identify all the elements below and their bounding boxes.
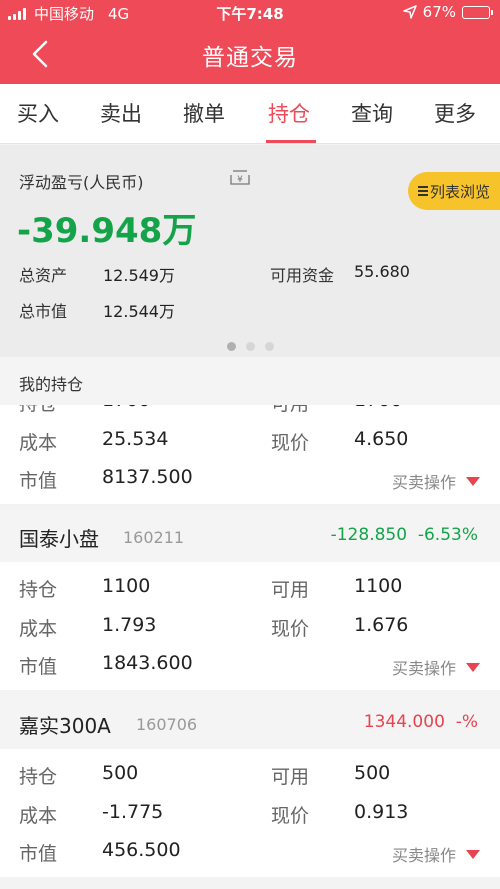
- trade-action-button[interactable]: 买卖操作: [392, 842, 480, 866]
- active-tab-indicator: [266, 140, 316, 143]
- price-value: 0.913: [354, 801, 409, 823]
- holding-card: 持仓 1100 可用 1100 成本 1.793 现价 1.676 市值 184…: [0, 562, 500, 690]
- trade-action-label: 买卖操作: [391, 846, 456, 865]
- location-icon: [402, 5, 417, 19]
- cost-value: -1.775: [102, 801, 164, 823]
- triangle-down-icon: [466, 476, 480, 486]
- fund-name: 嘉实300A: [19, 714, 111, 738]
- battery-icon: [462, 5, 493, 19]
- pnl-info: -128.850 -6.53%: [331, 525, 478, 545]
- available-funds-value: 55.680: [354, 262, 410, 281]
- position-value: 1700: [102, 405, 150, 411]
- holding-card: 持仓 500 可用 500 成本 -1.775 现价 0.913 市值 456.…: [0, 749, 500, 877]
- market-value-label: 市值: [19, 843, 58, 865]
- position-label: 持仓: [19, 405, 57, 416]
- pnl-value: 1344.000: [363, 712, 445, 732]
- price-value: 1.676: [354, 614, 409, 636]
- pnl-percent: -%: [455, 712, 478, 732]
- status-bar: 中国移动 4G 下午7:48 67%: [0, 0, 500, 24]
- svg-text:¥: ¥: [237, 175, 243, 185]
- position-value: 500: [102, 762, 139, 784]
- tab-query[interactable]: 查询: [351, 98, 393, 128]
- my-holdings-title: 我的持仓: [0, 357, 500, 405]
- fund-name: 国泰小盘: [19, 527, 99, 551]
- price-label: 现价: [271, 432, 310, 454]
- price-value: 4.650: [354, 428, 409, 450]
- tab-bar: 买入 卖出 撤单 持仓 查询 更多: [0, 84, 500, 144]
- holding-header[interactable]: 国泰小盘 160211 -128.850 -6.53%: [0, 510, 500, 562]
- market-value-label: 市值: [19, 470, 58, 492]
- total-market-value-label: 总市值: [19, 302, 68, 321]
- holding-card: 持仓 1700 可用 1700 成本 25.534 现价 4.650 市值 81…: [0, 405, 500, 504]
- available-value: 500: [354, 762, 391, 784]
- list-icon: [418, 186, 428, 196]
- available-funds-label: 可用资金: [270, 266, 335, 285]
- trade-action-label: 买卖操作: [391, 473, 456, 492]
- triangle-down-icon: [466, 662, 480, 672]
- pnl-info: 1344.000 -%: [364, 712, 478, 732]
- price-label: 现价: [271, 618, 310, 640]
- triangle-down-icon: [466, 849, 480, 859]
- available-label: 可用: [271, 766, 310, 788]
- float-pnl-label: 浮动盈亏(人民币): [19, 173, 144, 192]
- battery-percent: 67%: [422, 3, 456, 21]
- pnl-percent: -6.53%: [417, 525, 478, 545]
- fund-code: 160211: [123, 528, 185, 547]
- holding-header[interactable]: 嘉实300A 160706 1344.000 -%: [0, 697, 500, 749]
- tab-sell[interactable]: 卖出: [100, 98, 142, 128]
- list-view-label: 列表浏览: [430, 182, 491, 201]
- total-assets-label: 总资产: [19, 266, 68, 285]
- top-bar: 中国移动 4G 下午7:48 67% 普通交易: [0, 0, 500, 84]
- cost-value: 25.534: [102, 428, 169, 450]
- trade-action-button[interactable]: 买卖操作: [392, 655, 480, 679]
- tab-more[interactable]: 更多: [434, 98, 476, 128]
- available-value: 1700: [354, 405, 402, 411]
- available-value: 1100: [354, 575, 403, 597]
- position-label: 持仓: [19, 766, 58, 788]
- float-pnl-value: -39.948万: [17, 211, 197, 251]
- trade-action-label: 买卖操作: [391, 659, 456, 678]
- position-label: 持仓: [19, 579, 58, 601]
- price-label: 现价: [271, 805, 310, 827]
- market-value-value: 8137.500: [102, 466, 193, 488]
- tab-holdings[interactable]: 持仓: [268, 98, 310, 128]
- market-value-value: 456.500: [102, 839, 181, 861]
- list-view-button[interactable]: 列表浏览: [408, 172, 500, 210]
- tab-cancel[interactable]: 撤单: [183, 98, 225, 128]
- tab-buy[interactable]: 买入: [17, 98, 59, 128]
- position-value: 1100: [102, 575, 151, 597]
- total-market-value-value: 12.544万: [103, 302, 175, 321]
- cost-value: 1.793: [102, 614, 157, 636]
- cost-label: 成本: [19, 432, 58, 454]
- total-assets-value: 12.549万: [103, 266, 175, 285]
- summary-panel[interactable]: 浮动盈亏(人民币) ¥ -39.948万 列表浏览 总资产 12.549万 可用…: [0, 145, 500, 357]
- available-label: 可用: [271, 579, 310, 601]
- nav-bar: 普通交易: [0, 24, 500, 84]
- page-title: 普通交易: [202, 45, 298, 71]
- currency-toggle-icon[interactable]: ¥: [229, 167, 251, 187]
- fund-code: 160706: [136, 715, 198, 734]
- cost-label: 成本: [19, 618, 58, 640]
- available-label: 可用: [271, 405, 309, 416]
- page-indicator: [0, 336, 500, 355]
- market-value-label: 市值: [19, 656, 58, 678]
- market-value-value: 1843.600: [102, 652, 193, 674]
- cost-label: 成本: [19, 805, 58, 827]
- pnl-value: -128.850: [330, 525, 408, 545]
- trade-action-button[interactable]: 买卖操作: [392, 469, 480, 493]
